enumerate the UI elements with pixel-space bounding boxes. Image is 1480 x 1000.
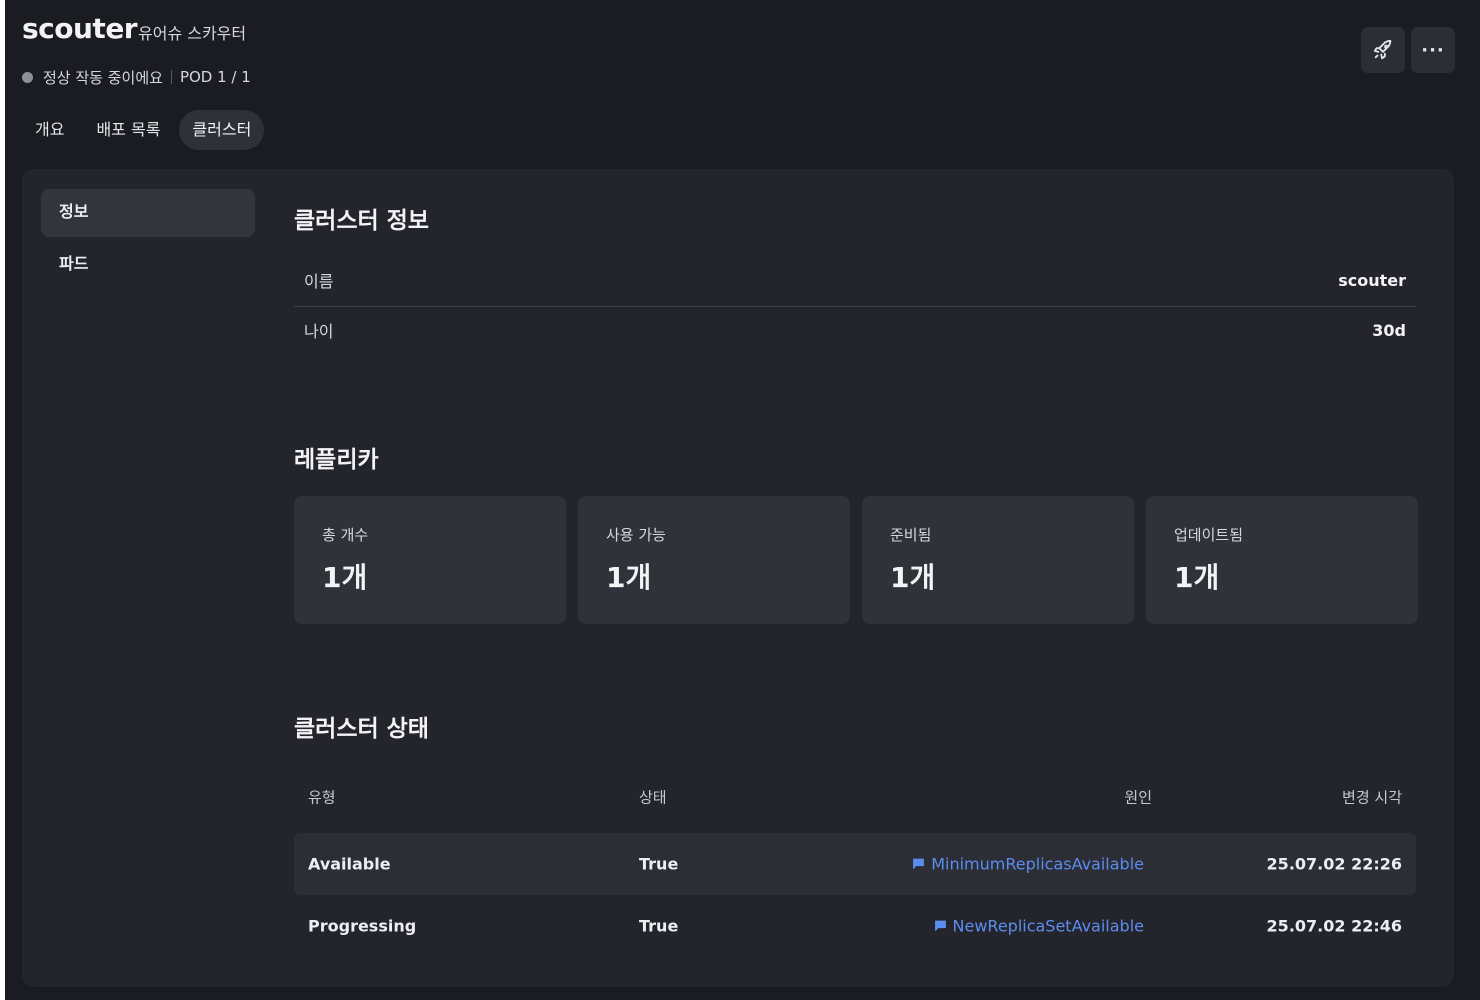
replicas-title: 레플리카: [294, 447, 379, 473]
replica-card-value: 1개: [606, 561, 652, 594]
column-header-status: 상태: [639, 788, 667, 807]
replica-card-ready: 준비됨 1개: [862, 496, 1134, 624]
sidebar-item-info[interactable]: 정보: [41, 189, 255, 237]
tab-overview[interactable]: 개요: [22, 110, 77, 150]
cluster-status-title: 클러스터 상태: [294, 716, 429, 742]
deploy-button[interactable]: [1361, 27, 1405, 73]
reason-link[interactable]: MinimumReplicasAvailable: [931, 855, 1144, 874]
message-icon: [913, 858, 925, 870]
status-text: 정상 작동 중이에요: [43, 68, 163, 87]
replica-card-label: 준비됨: [890, 526, 932, 544]
replica-card-label: 총 개수: [322, 526, 369, 544]
table-header: 유형 상태 원인 변경 시각: [294, 775, 1416, 819]
info-value: 30d: [1372, 320, 1406, 340]
info-key: 이름: [304, 272, 334, 291]
condition-time: 25.07.02 22:46: [1266, 916, 1402, 936]
app-window: scouter 유어슈 스카우터 정상 작동 중이에요 POD 1 / 1 개요…: [5, 0, 1480, 1000]
info-value: scouter: [1338, 270, 1406, 290]
reason-link[interactable]: NewReplicaSetAvailable: [953, 917, 1144, 936]
column-header-reason: 원인: [1124, 788, 1152, 807]
condition-reason[interactable]: NewReplicaSetAvailable: [934, 917, 1144, 936]
info-row-age: 나이 30d: [294, 306, 1416, 354]
condition-reason[interactable]: MinimumReplicasAvailable: [912, 855, 1144, 874]
cluster-panel: 정보 파드 클러스터 정보 이름 scouter 나이 30d 레플리카 총 개…: [22, 169, 1454, 987]
column-header-time: 변경 시각: [1342, 788, 1402, 807]
info-row-name: 이름 scouter: [294, 256, 1416, 304]
cluster-info-title: 클러스터 정보: [294, 208, 429, 234]
condition-status: True: [639, 916, 679, 936]
table-row: Available True MinimumReplicasAvailable …: [294, 833, 1416, 895]
status-dot: [22, 71, 33, 83]
conditions-table: 유형 상태 원인 변경 시각 Available True MinimumRep…: [294, 775, 1416, 957]
pod-count: POD 1 / 1: [179, 68, 251, 86]
status-row: 정상 작동 중이에요 POD 1 / 1: [22, 66, 251, 88]
condition-type: Available: [308, 854, 391, 874]
replica-card-value: 1개: [322, 561, 368, 594]
replica-card-value: 1개: [890, 561, 936, 594]
condition-status: True: [639, 854, 679, 874]
more-button[interactable]: ···: [1411, 27, 1455, 73]
column-header-type: 유형: [308, 788, 336, 807]
replica-card-label: 업데이트됨: [1174, 526, 1244, 544]
status-separator: [170, 70, 172, 84]
app-title: scouter: [22, 12, 138, 45]
table-row: Progressing True NewReplicaSetAvailable …: [294, 895, 1416, 957]
app-subtitle: 유어슈 스카우터: [138, 24, 247, 43]
rocket-icon: [1373, 39, 1392, 60]
tab-bar: 개요 배포 목록 클러스터: [22, 110, 265, 150]
info-key: 나이: [304, 322, 334, 341]
tab-deployments[interactable]: 배포 목록: [83, 110, 173, 150]
message-icon: [934, 920, 946, 932]
replica-card-total: 총 개수 1개: [294, 496, 566, 624]
condition-time: 25.07.02 22:26: [1266, 854, 1402, 874]
replica-card-updated: 업데이트됨 1개: [1146, 496, 1418, 624]
replica-card-available: 사용 가능 1개: [578, 496, 850, 624]
sidebar-item-pods[interactable]: 파드: [41, 241, 255, 289]
replica-cards: 총 개수 1개 사용 가능 1개 준비됨 1개 업데이트됨 1개: [294, 496, 1418, 624]
condition-type: Progressing: [308, 916, 417, 936]
replica-card-label: 사용 가능: [606, 526, 666, 544]
replica-card-value: 1개: [1174, 561, 1220, 594]
more-icon: ···: [1421, 39, 1445, 61]
tab-cluster[interactable]: 클러스터: [179, 110, 265, 150]
